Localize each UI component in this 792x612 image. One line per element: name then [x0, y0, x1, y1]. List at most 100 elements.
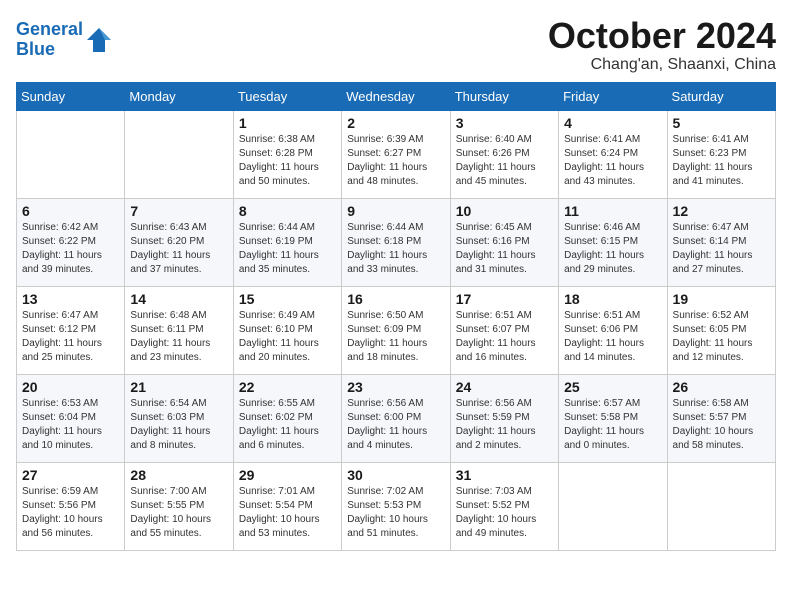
day-detail: Sunrise: 6:54 AMSunset: 6:03 PMDaylight:… [130, 397, 227, 453]
calendar-cell: 1 Sunrise: 6:38 AMSunset: 6:28 PMDaylight… [233, 110, 341, 198]
day-number: 4 [564, 115, 661, 131]
day-detail: Sunrise: 7:02 AMSunset: 5:53 PMDaylight:… [347, 485, 444, 541]
calendar-cell: 14 Sunrise: 6:48 AMSunset: 6:11 PMDayligh… [125, 286, 233, 374]
day-detail: Sunrise: 6:40 AMSunset: 6:26 PMDaylight:… [456, 133, 553, 189]
calendar-cell: 23 Sunrise: 6:56 AMSunset: 6:00 PMDayligh… [342, 374, 450, 462]
day-number: 7 [130, 203, 227, 219]
day-number: 13 [22, 291, 119, 307]
day-number: 9 [347, 203, 444, 219]
day-detail: Sunrise: 6:46 AMSunset: 6:15 PMDaylight:… [564, 221, 661, 277]
day-detail: Sunrise: 7:01 AMSunset: 5:54 PMDaylight:… [239, 485, 336, 541]
day-number: 23 [347, 379, 444, 395]
day-number: 31 [456, 467, 553, 483]
month-title: October 2024 [548, 16, 776, 56]
day-number: 19 [673, 291, 770, 307]
calendar-cell: 6 Sunrise: 6:42 AMSunset: 6:22 PMDaylight… [17, 198, 125, 286]
day-number: 22 [239, 379, 336, 395]
day-detail: Sunrise: 6:42 AMSunset: 6:22 PMDaylight:… [22, 221, 119, 277]
day-number: 28 [130, 467, 227, 483]
calendar-cell: 17 Sunrise: 6:51 AMSunset: 6:07 PMDayligh… [450, 286, 558, 374]
weekday-header-friday: Friday [559, 82, 667, 110]
day-detail: Sunrise: 6:55 AMSunset: 6:02 PMDaylight:… [239, 397, 336, 453]
day-number: 17 [456, 291, 553, 307]
calendar-cell: 7 Sunrise: 6:43 AMSunset: 6:20 PMDaylight… [125, 198, 233, 286]
logo-icon [85, 26, 113, 54]
day-detail: Sunrise: 6:41 AMSunset: 6:24 PMDaylight:… [564, 133, 661, 189]
calendar-cell: 4 Sunrise: 6:41 AMSunset: 6:24 PMDaylight… [559, 110, 667, 198]
day-detail: Sunrise: 7:00 AMSunset: 5:55 PMDaylight:… [130, 485, 227, 541]
calendar-cell: 24 Sunrise: 6:56 AMSunset: 5:59 PMDayligh… [450, 374, 558, 462]
day-number: 6 [22, 203, 119, 219]
weekday-header-saturday: Saturday [667, 82, 775, 110]
day-detail: Sunrise: 6:39 AMSunset: 6:27 PMDaylight:… [347, 133, 444, 189]
calendar-cell: 29 Sunrise: 7:01 AMSunset: 5:54 PMDayligh… [233, 462, 341, 550]
calendar-cell: 30 Sunrise: 7:02 AMSunset: 5:53 PMDayligh… [342, 462, 450, 550]
calendar-cell: 21Sunrise: 6:54 AMSunset: 6:03 PMDayligh… [125, 374, 233, 462]
day-detail: Sunrise: 6:52 AMSunset: 6:05 PMDaylight:… [673, 309, 770, 365]
weekday-header-tuesday: Tuesday [233, 82, 341, 110]
day-detail: Sunrise: 6:51 AMSunset: 6:07 PMDaylight:… [456, 309, 553, 365]
day-number: 8 [239, 203, 336, 219]
week-row-4: 27 Sunrise: 6:59 AMSunset: 5:56 PMDayligh… [17, 462, 776, 550]
day-number: 3 [456, 115, 553, 131]
day-number: 1 [239, 115, 336, 131]
calendar-cell: 18Sunrise: 6:51 AMSunset: 6:06 PMDayligh… [559, 286, 667, 374]
day-number: 20 [22, 379, 119, 395]
calendar-cell: 2Sunrise: 6:39 AMSunset: 6:27 PMDaylight… [342, 110, 450, 198]
calendar-cell [125, 110, 233, 198]
logo-text: GeneralBlue [16, 20, 83, 60]
calendar-cell: 3 Sunrise: 6:40 AMSunset: 6:26 PMDaylight… [450, 110, 558, 198]
day-detail: Sunrise: 6:48 AMSunset: 6:11 PMDaylight:… [130, 309, 227, 365]
day-number: 14 [130, 291, 227, 307]
calendar-cell: 26 Sunrise: 6:58 AMSunset: 5:57 PMDayligh… [667, 374, 775, 462]
day-number: 10 [456, 203, 553, 219]
calendar-cell: 28 Sunrise: 7:00 AMSunset: 5:55 PMDayligh… [125, 462, 233, 550]
day-number: 30 [347, 467, 444, 483]
day-detail: Sunrise: 6:53 AMSunset: 6:04 PMDaylight:… [22, 397, 119, 453]
calendar-cell: 11Sunrise: 6:46 AMSunset: 6:15 PMDayligh… [559, 198, 667, 286]
day-detail: Sunrise: 6:47 AMSunset: 6:14 PMDaylight:… [673, 221, 770, 277]
calendar-table: SundayMondayTuesdayWednesdayThursdayFrid… [16, 82, 776, 551]
day-detail: Sunrise: 6:56 AMSunset: 6:00 PMDaylight:… [347, 397, 444, 453]
weekday-header-monday: Monday [125, 82, 233, 110]
day-detail: Sunrise: 6:56 AMSunset: 5:59 PMDaylight:… [456, 397, 553, 453]
day-number: 27 [22, 467, 119, 483]
day-number: 18 [564, 291, 661, 307]
calendar-cell: 16Sunrise: 6:50 AMSunset: 6:09 PMDayligh… [342, 286, 450, 374]
day-detail: Sunrise: 6:57 AMSunset: 5:58 PMDaylight:… [564, 397, 661, 453]
day-detail: Sunrise: 6:49 AMSunset: 6:10 PMDaylight:… [239, 309, 336, 365]
day-number: 26 [673, 379, 770, 395]
day-number: 29 [239, 467, 336, 483]
calendar-cell: 8 Sunrise: 6:44 AMSunset: 6:19 PMDaylight… [233, 198, 341, 286]
day-detail: Sunrise: 6:59 AMSunset: 5:56 PMDaylight:… [22, 485, 119, 541]
day-number: 24 [456, 379, 553, 395]
calendar-cell: 10 Sunrise: 6:45 AMSunset: 6:16 PMDayligh… [450, 198, 558, 286]
calendar-cell [559, 462, 667, 550]
week-row-1: 6 Sunrise: 6:42 AMSunset: 6:22 PMDaylight… [17, 198, 776, 286]
calendar-cell: 19 Sunrise: 6:52 AMSunset: 6:05 PMDayligh… [667, 286, 775, 374]
day-detail: Sunrise: 6:45 AMSunset: 6:16 PMDaylight:… [456, 221, 553, 277]
day-detail: Sunrise: 6:38 AMSunset: 6:28 PMDaylight:… [239, 133, 336, 189]
day-detail: Sunrise: 6:44 AMSunset: 6:19 PMDaylight:… [239, 221, 336, 277]
day-detail: Sunrise: 6:58 AMSunset: 5:57 PMDaylight:… [673, 397, 770, 453]
calendar-cell: 13Sunrise: 6:47 AMSunset: 6:12 PMDayligh… [17, 286, 125, 374]
week-row-2: 13Sunrise: 6:47 AMSunset: 6:12 PMDayligh… [17, 286, 776, 374]
day-number: 16 [347, 291, 444, 307]
day-number: 5 [673, 115, 770, 131]
weekday-header-thursday: Thursday [450, 82, 558, 110]
calendar-cell: 9Sunrise: 6:44 AMSunset: 6:18 PMDaylight… [342, 198, 450, 286]
calendar-cell: 12 Sunrise: 6:47 AMSunset: 6:14 PMDayligh… [667, 198, 775, 286]
day-number: 12 [673, 203, 770, 219]
calendar-cell: 22 Sunrise: 6:55 AMSunset: 6:02 PMDayligh… [233, 374, 341, 462]
day-detail: Sunrise: 6:41 AMSunset: 6:23 PMDaylight:… [673, 133, 770, 189]
calendar-cell [17, 110, 125, 198]
calendar-cell: 31Sunrise: 7:03 AMSunset: 5:52 PMDayligh… [450, 462, 558, 550]
weekday-header-sunday: Sunday [17, 82, 125, 110]
title-area: October 2024 Chang'an, Shaanxi, China [548, 16, 776, 74]
calendar-cell: 15 Sunrise: 6:49 AMSunset: 6:10 PMDayligh… [233, 286, 341, 374]
calendar-cell: 20 Sunrise: 6:53 AMSunset: 6:04 PMDayligh… [17, 374, 125, 462]
weekday-header-row: SundayMondayTuesdayWednesdayThursdayFrid… [17, 82, 776, 110]
location: Chang'an, Shaanxi, China [548, 56, 776, 74]
day-detail: Sunrise: 6:43 AMSunset: 6:20 PMDaylight:… [130, 221, 227, 277]
day-number: 15 [239, 291, 336, 307]
